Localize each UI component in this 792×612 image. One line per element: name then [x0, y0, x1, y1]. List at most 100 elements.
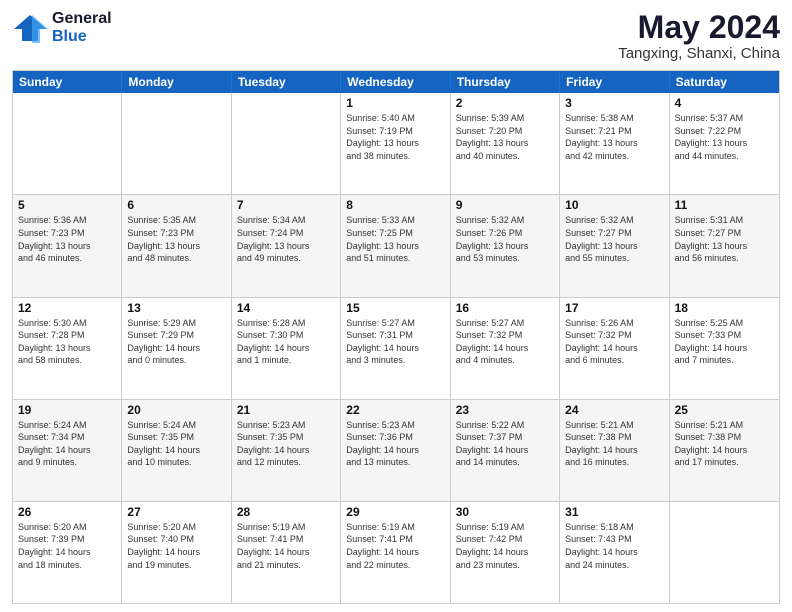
header-sunday: Sunday [13, 71, 122, 93]
logo-general-text: General [52, 10, 112, 28]
day-number-28: 28 [237, 505, 335, 519]
cell-info-15: Sunrise: 5:27 AM Sunset: 7:31 PM Dayligh… [346, 317, 444, 367]
cell-info-3: Sunrise: 5:38 AM Sunset: 7:21 PM Dayligh… [565, 112, 663, 162]
day-number-11: 11 [675, 198, 774, 212]
cell-info-14: Sunrise: 5:28 AM Sunset: 7:30 PM Dayligh… [237, 317, 335, 367]
cell-info-31: Sunrise: 5:18 AM Sunset: 7:43 PM Dayligh… [565, 521, 663, 571]
logo: General Blue [12, 10, 112, 45]
cell-19: 19Sunrise: 5:24 AM Sunset: 7:34 PM Dayli… [13, 400, 122, 501]
header-tuesday: Tuesday [232, 71, 341, 93]
cell-info-29: Sunrise: 5:19 AM Sunset: 7:41 PM Dayligh… [346, 521, 444, 571]
cell-info-7: Sunrise: 5:34 AM Sunset: 7:24 PM Dayligh… [237, 214, 335, 264]
cell-30: 30 Sunrise: 5:19 AM Sunset: 7:42 PM Dayli… [451, 502, 560, 603]
day-number-21: 21 [237, 403, 335, 417]
cell-10: 10 Sunrise: 5:32 AM Sunset: 7:27 PM Dayli… [560, 195, 669, 296]
day-number-6: 6 [127, 198, 225, 212]
cell-info-30: Sunrise: 5:19 AM Sunset: 7:42 PM Dayligh… [456, 521, 554, 571]
calendar-week-5: 26Sunrise: 5:20 AM Sunset: 7:39 PM Dayli… [13, 501, 779, 603]
cell-2: 2 Sunrise: 5:39 AM Sunset: 7:20 PM Daylig… [451, 93, 560, 194]
day-number-30: 30 [456, 505, 554, 519]
cell-info-25: Sunrise: 5:21 AM Sunset: 7:38 PM Dayligh… [675, 419, 774, 469]
cell-info-18: Sunrise: 5:25 AM Sunset: 7:33 PM Dayligh… [675, 317, 774, 367]
day-number-4: 4 [675, 96, 774, 110]
day-number-31: 31 [565, 505, 663, 519]
day-number-25: 25 [675, 403, 774, 417]
logo-icon [12, 13, 48, 43]
cell-info-13: Sunrise: 5:29 AM Sunset: 7:29 PM Dayligh… [127, 317, 225, 367]
calendar-week-3: 12Sunrise: 5:30 AM Sunset: 7:28 PM Dayli… [13, 297, 779, 399]
day-number-1: 1 [346, 96, 444, 110]
cell-empty-w0c1 [122, 93, 231, 194]
cell-8: 8 Sunrise: 5:33 AM Sunset: 7:25 PM Daylig… [341, 195, 450, 296]
cell-info-5: Sunrise: 5:36 AM Sunset: 7:23 PM Dayligh… [18, 214, 116, 264]
cell-info-16: Sunrise: 5:27 AM Sunset: 7:32 PM Dayligh… [456, 317, 554, 367]
day-number-27: 27 [127, 505, 225, 519]
header-thursday: Thursday [451, 71, 560, 93]
cell-info-19: Sunrise: 5:24 AM Sunset: 7:34 PM Dayligh… [18, 419, 116, 469]
cell-15: 15 Sunrise: 5:27 AM Sunset: 7:31 PM Dayli… [341, 298, 450, 399]
header-friday: Friday [560, 71, 669, 93]
cell-empty-w0c0 [13, 93, 122, 194]
cell-info-21: Sunrise: 5:23 AM Sunset: 7:35 PM Dayligh… [237, 419, 335, 469]
calendar-week-4: 19Sunrise: 5:24 AM Sunset: 7:34 PM Dayli… [13, 399, 779, 501]
cell-6: 6 Sunrise: 5:35 AM Sunset: 7:23 PM Daylig… [122, 195, 231, 296]
cell-info-1: Sunrise: 5:40 AM Sunset: 7:19 PM Dayligh… [346, 112, 444, 162]
day-number-20: 20 [127, 403, 225, 417]
calendar: Sunday Monday Tuesday Wednesday Thursday… [12, 70, 780, 604]
cell-info-24: Sunrise: 5:21 AM Sunset: 7:38 PM Dayligh… [565, 419, 663, 469]
cell-info-6: Sunrise: 5:35 AM Sunset: 7:23 PM Dayligh… [127, 214, 225, 264]
cell-11: 11 Sunrise: 5:31 AM Sunset: 7:27 PM Dayli… [670, 195, 779, 296]
day-number-2: 2 [456, 96, 554, 110]
day-number-13: 13 [127, 301, 225, 315]
cell-info-28: Sunrise: 5:19 AM Sunset: 7:41 PM Dayligh… [237, 521, 335, 571]
day-number-29: 29 [346, 505, 444, 519]
cell-empty-w0c2 [232, 93, 341, 194]
cell-13: 13 Sunrise: 5:29 AM Sunset: 7:29 PM Dayli… [122, 298, 231, 399]
header-saturday: Saturday [670, 71, 779, 93]
cell-29: 29 Sunrise: 5:19 AM Sunset: 7:41 PM Dayli… [341, 502, 450, 603]
cell-info-26: Sunrise: 5:20 AM Sunset: 7:39 PM Dayligh… [18, 521, 116, 571]
cell-22: 22Sunrise: 5:23 AM Sunset: 7:36 PM Dayli… [341, 400, 450, 501]
day-number-24: 24 [565, 403, 663, 417]
cell-info-10: Sunrise: 5:32 AM Sunset: 7:27 PM Dayligh… [565, 214, 663, 264]
cell-21: 21 Sunrise: 5:23 AM Sunset: 7:35 PM Dayli… [232, 400, 341, 501]
day-number-18: 18 [675, 301, 774, 315]
logo-blue-text: Blue [52, 28, 112, 46]
calendar-body: 1 Sunrise: 5:40 AM Sunset: 7:19 PM Daylig… [13, 93, 779, 603]
cell-info-8: Sunrise: 5:33 AM Sunset: 7:25 PM Dayligh… [346, 214, 444, 264]
cell-info-12: Sunrise: 5:30 AM Sunset: 7:28 PM Dayligh… [18, 317, 116, 367]
cell-info-27: Sunrise: 5:20 AM Sunset: 7:40 PM Dayligh… [127, 521, 225, 571]
cell-info-2: Sunrise: 5:39 AM Sunset: 7:20 PM Dayligh… [456, 112, 554, 162]
page: General Blue May 2024 Tangxing, Shanxi, … [0, 0, 792, 612]
cell-31: 31 Sunrise: 5:18 AM Sunset: 7:43 PM Dayli… [560, 502, 669, 603]
cell-16: 16 Sunrise: 5:27 AM Sunset: 7:32 PM Dayli… [451, 298, 560, 399]
cell-12: 12Sunrise: 5:30 AM Sunset: 7:28 PM Dayli… [13, 298, 122, 399]
cell-14: 14Sunrise: 5:28 AM Sunset: 7:30 PM Dayli… [232, 298, 341, 399]
day-number-8: 8 [346, 198, 444, 212]
cell-28: 28 Sunrise: 5:19 AM Sunset: 7:41 PM Dayli… [232, 502, 341, 603]
cell-24: 24 Sunrise: 5:21 AM Sunset: 7:38 PM Dayli… [560, 400, 669, 501]
cell-empty-w4c6 [670, 502, 779, 603]
cell-9: 9Sunrise: 5:32 AM Sunset: 7:26 PM Daylig… [451, 195, 560, 296]
day-number-3: 3 [565, 96, 663, 110]
cell-info-4: Sunrise: 5:37 AM Sunset: 7:22 PM Dayligh… [675, 112, 774, 162]
cell-info-22: Sunrise: 5:23 AM Sunset: 7:36 PM Dayligh… [346, 419, 444, 469]
cell-7: 7 Sunrise: 5:34 AM Sunset: 7:24 PM Daylig… [232, 195, 341, 296]
header-monday: Monday [122, 71, 231, 93]
calendar-week-1: 1 Sunrise: 5:40 AM Sunset: 7:19 PM Daylig… [13, 93, 779, 194]
cell-27: 27 Sunrise: 5:20 AM Sunset: 7:40 PM Dayli… [122, 502, 231, 603]
location: Tangxing, Shanxi, China [618, 45, 780, 62]
month-title: May 2024 [618, 10, 780, 45]
cell-4: 4 Sunrise: 5:37 AM Sunset: 7:22 PM Daylig… [670, 93, 779, 194]
day-number-15: 15 [346, 301, 444, 315]
cell-3: 3 Sunrise: 5:38 AM Sunset: 7:21 PM Daylig… [560, 93, 669, 194]
cell-1: 1 Sunrise: 5:40 AM Sunset: 7:19 PM Daylig… [341, 93, 450, 194]
cell-26: 26Sunrise: 5:20 AM Sunset: 7:39 PM Dayli… [13, 502, 122, 603]
day-number-10: 10 [565, 198, 663, 212]
cell-18: 18 Sunrise: 5:25 AM Sunset: 7:33 PM Dayli… [670, 298, 779, 399]
cell-info-20: Sunrise: 5:24 AM Sunset: 7:35 PM Dayligh… [127, 419, 225, 469]
cell-info-11: Sunrise: 5:31 AM Sunset: 7:27 PM Dayligh… [675, 214, 774, 264]
day-number-16: 16 [456, 301, 554, 315]
day-number-9: 9 [456, 198, 554, 212]
day-number-7: 7 [237, 198, 335, 212]
